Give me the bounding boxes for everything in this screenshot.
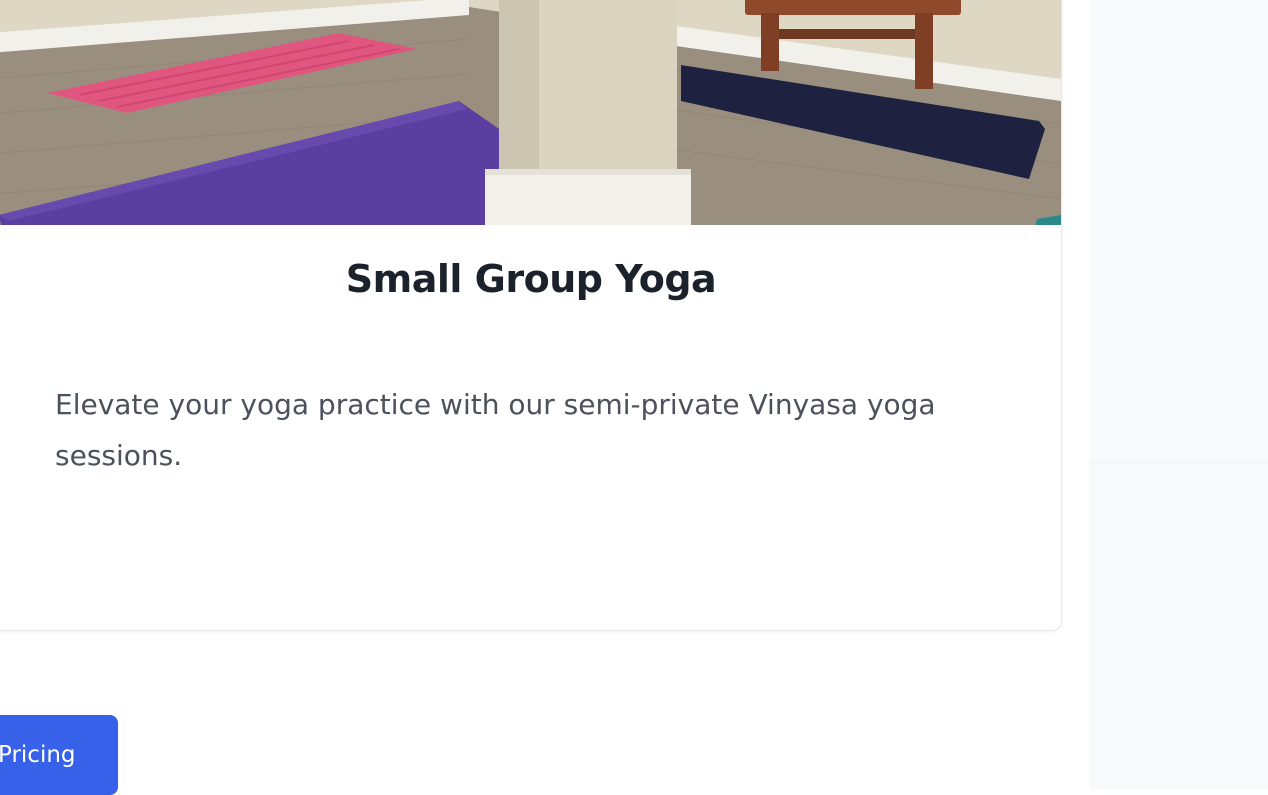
card-description: Elevate your yoga practice with our semi… [55,388,936,472]
card-title: Small Group Yoga [345,257,717,301]
right-side-panel [1090,0,1268,789]
pricing-button[interactable]: Pricing [0,715,118,795]
service-card: Small Group Yoga Elevate your yoga pract… [0,0,1062,631]
yoga-studio-photo [0,0,1061,225]
adjacent-card [1090,0,1268,463]
